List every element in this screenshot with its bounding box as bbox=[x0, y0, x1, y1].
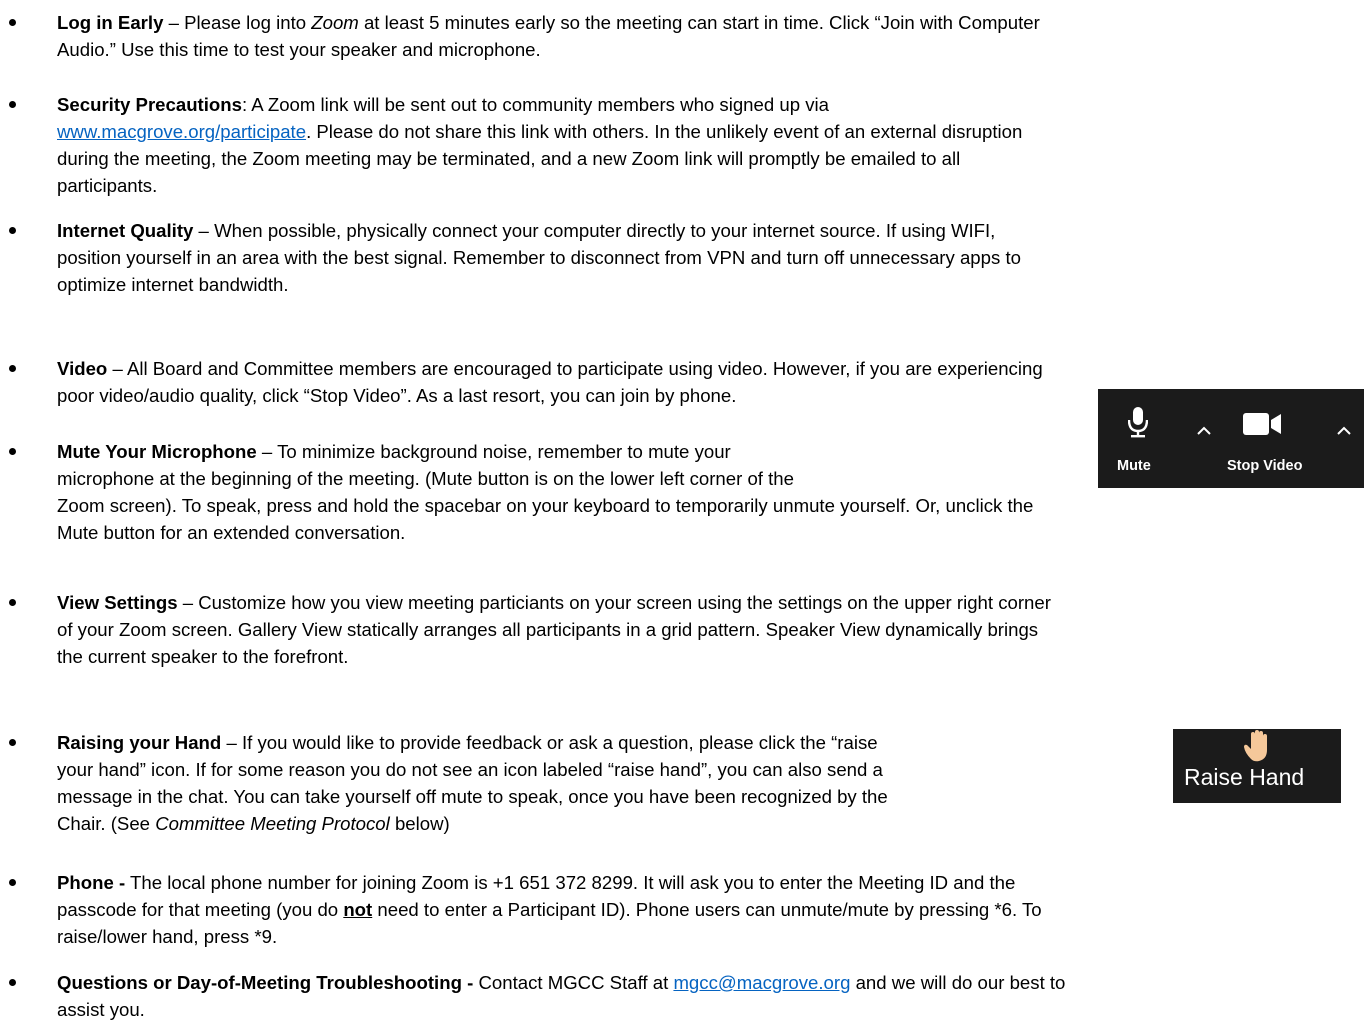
item-title: Internet Quality bbox=[57, 220, 194, 241]
bullet bbox=[9, 448, 16, 455]
bullet bbox=[9, 979, 16, 986]
raise-hand-image: Raise Hand bbox=[1173, 729, 1341, 803]
mute-button-label[interactable]: Mute bbox=[1117, 453, 1151, 480]
bullet bbox=[9, 365, 16, 372]
protocol-italic: Committee Meeting Protocol bbox=[155, 813, 390, 834]
item-title: View Settings bbox=[57, 592, 178, 613]
item-title: Video bbox=[57, 358, 108, 379]
not-emphasis: not bbox=[343, 899, 373, 920]
bullet bbox=[9, 599, 16, 606]
item-title: Log in Early bbox=[57, 12, 164, 33]
email-link[interactable]: mgcc@macgrove.org bbox=[673, 972, 850, 993]
stop-video-button-label[interactable]: Stop Video bbox=[1227, 453, 1302, 480]
raised-hand-icon bbox=[1244, 730, 1267, 762]
item-title: Security Precautions bbox=[57, 94, 242, 115]
video-camera-icon bbox=[1243, 413, 1281, 435]
participate-link[interactable]: www.macgrove.org/participate bbox=[57, 121, 306, 142]
item-title: Raising your Hand bbox=[57, 732, 222, 753]
microphone-icon bbox=[1128, 407, 1148, 438]
raise-hand-label[interactable]: Raise Hand bbox=[1184, 764, 1304, 791]
item-title: Questions or Day-of-Meeting Troubleshoot… bbox=[57, 972, 474, 993]
bullet bbox=[9, 739, 16, 746]
item-title: Mute Your Microphone bbox=[57, 441, 257, 462]
bullet bbox=[9, 879, 16, 886]
zoom-toolbar-image: Mute Stop Video bbox=[1098, 389, 1364, 488]
video-chevron-up-icon[interactable] bbox=[1336, 426, 1352, 436]
item-title: Phone - bbox=[57, 872, 126, 893]
zoom-italic: Zoom bbox=[311, 12, 359, 33]
bullet bbox=[9, 101, 16, 108]
bullet bbox=[9, 227, 16, 234]
mute-chevron-up-icon[interactable] bbox=[1196, 426, 1212, 436]
bullet bbox=[9, 19, 16, 26]
